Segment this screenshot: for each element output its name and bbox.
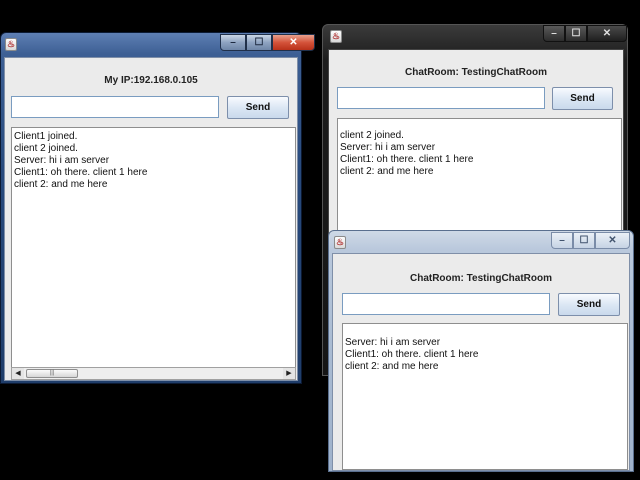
close-button[interactable]: ✕ (595, 232, 630, 249)
client1-caption-buttons: – ☐ ✕ (551, 232, 630, 249)
chatroom-title: ChatRoom: TestingChatRoom (404, 67, 548, 78)
send-button[interactable]: Send (227, 96, 289, 119)
chat-message: Client1: oh there. client 1 here (345, 349, 479, 360)
close-button[interactable]: ✕ (587, 25, 627, 42)
chat-message: client 2 joined. (14, 143, 78, 154)
server-ip-label: My IP:192.168.0.105 (104, 75, 198, 86)
chat-message: client 2 joined. (340, 130, 404, 141)
minimize-button[interactable]: – (543, 25, 565, 42)
chat-message: Client1 joined. (14, 131, 78, 142)
chat-log: Server: hi i am server Client1: oh there… (342, 323, 628, 470)
horizontal-scrollbar[interactable]: ◀ ||| ▶ (11, 367, 296, 380)
close-button[interactable]: ✕ (272, 34, 315, 51)
chat-message: Server: hi i am server (345, 337, 441, 348)
maximize-button[interactable]: ☐ (573, 232, 595, 249)
java-app-icon[interactable]: ♨ (5, 38, 17, 51)
chat-message: Server: hi i am server (14, 155, 110, 166)
java-app-icon[interactable]: ♨ (330, 30, 342, 43)
server-caption-buttons: – ☐ ✕ (220, 34, 315, 51)
scroll-right-icon[interactable]: ▶ (283, 368, 295, 379)
java-app-icon[interactable]: ♨ (334, 236, 346, 249)
maximize-button[interactable]: ☐ (246, 34, 272, 51)
client2-caption-buttons: – ☐ ✕ (543, 25, 627, 42)
chat-log: Client1 joined. client 2 joined. Server:… (11, 127, 296, 369)
message-input[interactable] (11, 96, 219, 118)
client1-window: ♨ – ☐ ✕ ChatRoom: TestingChatRoom Send S… (328, 230, 634, 472)
chat-message: Client1: oh there. client 1 here (14, 167, 148, 178)
message-input[interactable] (337, 87, 545, 109)
chat-message: Server: hi i am server (340, 142, 436, 153)
send-button[interactable]: Send (558, 293, 620, 316)
chatroom-title: ChatRoom: TestingChatRoom (409, 273, 553, 284)
maximize-button[interactable]: ☐ (565, 25, 587, 42)
chat-message: client 2: and me here (345, 361, 439, 372)
send-button[interactable]: Send (552, 87, 613, 110)
scroll-left-icon[interactable]: ◀ (12, 368, 24, 379)
chat-message: client 2: and me here (14, 179, 108, 190)
server-window: ♨ – ☐ ✕ My IP:192.168.0.105 Send Client1… (0, 32, 315, 384)
scrollbar-thumb[interactable]: ||| (26, 369, 78, 378)
minimize-button[interactable]: – (551, 232, 573, 249)
minimize-button[interactable]: – (220, 34, 246, 51)
client1-content-pane: ChatRoom: TestingChatRoom Send Server: h… (332, 253, 630, 471)
message-input[interactable] (342, 293, 550, 315)
chat-message: Client1: oh there. client 1 here (340, 154, 474, 165)
server-content-pane: My IP:192.168.0.105 Send Client1 joined.… (4, 57, 298, 381)
chat-message: client 2: and me here (340, 166, 434, 177)
